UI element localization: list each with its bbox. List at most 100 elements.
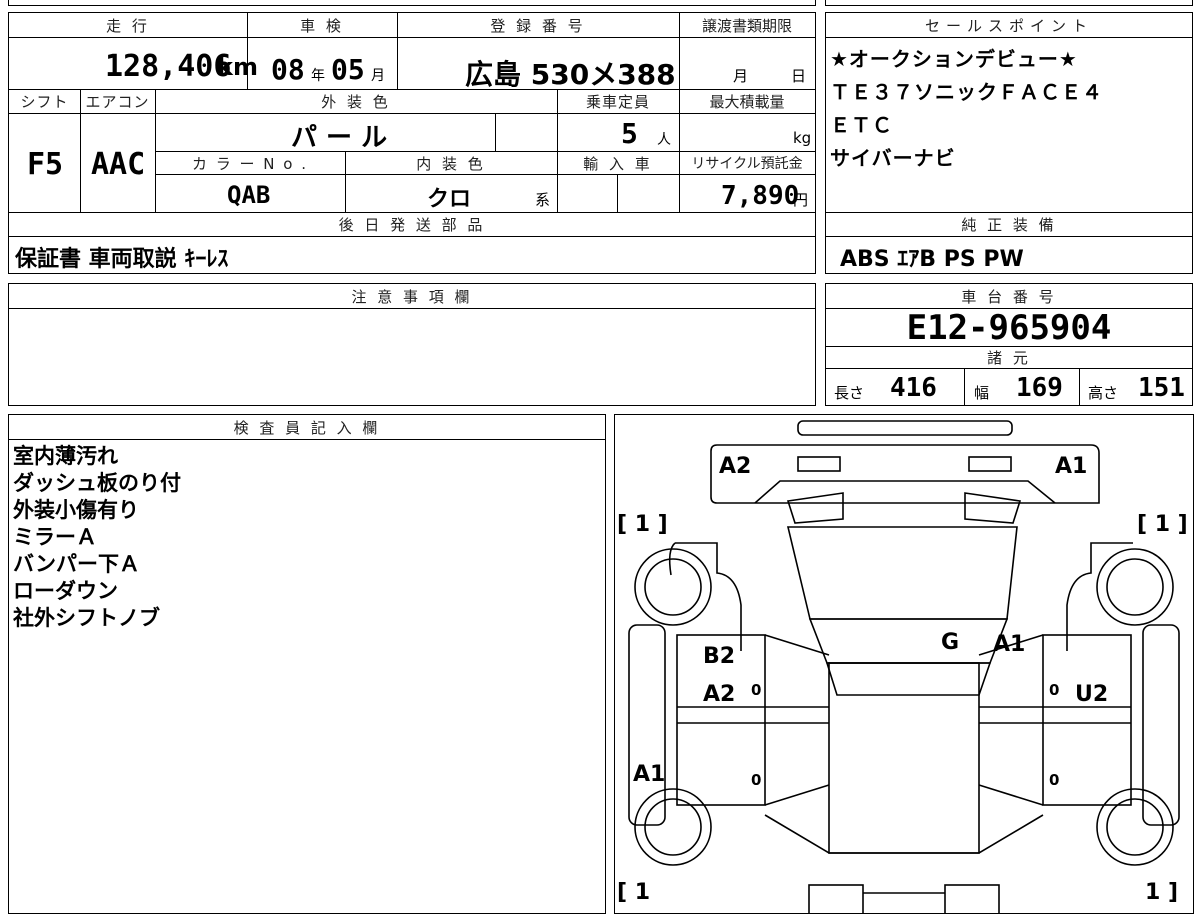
inspection-year-unit: 年 [311,68,325,84]
left-rear-wheel-inner [644,798,702,856]
mark-zero: 0 [751,681,761,699]
sales-point-line: サイバーナビ [830,146,956,170]
right-headlight [968,456,1012,472]
front-panel [710,444,1100,504]
mark-door-right: U2 [1075,682,1108,707]
spec-table: 走 行 車 検 登 録 番 号 譲渡書類期限 128,406 km 08 年 0… [8,12,816,274]
shift-label: シフト [20,93,69,111]
chassis-box: 車 台 番 号 E12-965904 諸 元 長さ 416 幅 169 高さ 1… [825,283,1193,406]
inspector-box: 検 査 員 記 入 欄 室内薄汚れ ダッシュ板のり付 外装小傷有り ミラーＡ バ… [8,414,606,914]
mark-front-left: A2 [719,454,751,479]
inspector-note: 室内薄汚れ [13,444,118,468]
mark-zero: 0 [751,771,761,789]
height-value: 151 [1138,373,1185,403]
sales-point-line: ＥＴＣ [830,113,893,137]
interior-color-label: 内 装 色 [416,155,486,173]
width-value: 169 [1016,373,1063,403]
mark-front-right: A1 [1055,454,1087,479]
mark-roof: G [941,630,959,655]
mark-roof-right: A1 [993,632,1025,657]
roof-front [825,662,992,696]
color-no-value: QAB [227,181,271,209]
right-front-wheel-inner [1106,558,1164,616]
interior-color-value: クロ [427,187,472,212]
inspector-note: ミラーＡ [13,525,97,549]
mark-tire-rear-right: 1 ] [1145,880,1178,905]
right-rear-wheel-outer [1096,788,1174,866]
mark-tire-front-right: [ 1 ] [1137,512,1188,537]
width-label: 幅 [974,384,990,402]
notes-label: 注 意 事 項 欄 [351,288,473,306]
left-rocker [628,624,666,826]
length-value: 416 [890,373,937,403]
mark-tire-rear-left: [ 1 [617,880,650,905]
right-front-wheel-outer [1096,548,1174,626]
height-label: 高さ [1088,384,1119,402]
aircon-value: AAC [91,147,146,182]
sales-points-box: セールスポイント ★オークションデビュー★ ＴＥ３７ソニックＦＡＣＥ４ ＥＴＣ … [825,12,1193,274]
right-tail [944,884,1000,913]
roof [828,662,980,854]
inspection-month-unit: 月 [371,68,385,84]
chassis-label: 車 台 番 号 [961,288,1057,306]
inspector-note: ダッシュ板のり付 [13,471,181,495]
aircon-label: エアコン [85,93,150,111]
sales-point-line: ＴＥ３７ソニックＦＡＣＥ４ [830,80,1103,104]
mark-tire-front-left: [ 1 ] [617,512,668,537]
import-label: 輸 入 車 [583,155,653,173]
later-parts-label: 後 日 発 送 部 品 [338,216,486,234]
equipment-value: ABS ｴｱB PS PW [840,247,1024,272]
left-tail [808,884,864,913]
transfer-label: 譲渡書類期限 [701,17,792,35]
right-rear-wheel-inner [1106,798,1164,856]
right-grille [964,492,1022,524]
inspection-year: 08 [271,53,305,86]
front-bumper-bar [797,420,1013,436]
left-front-wheel-outer [634,548,712,626]
shift-value: F5 [27,147,64,182]
mark-zero: 0 [1049,681,1059,699]
inspection-label: 車 検 [300,17,344,35]
sales-points-list: ★オークションデビュー★ ＴＥ３７ソニックＦＡＣＥ４ ＥＴＣ サイバーナビ [830,43,1103,175]
inspector-note: バンパー下Ａ [13,552,141,576]
color-no-label: カ ラ ー N o . [191,155,308,173]
mark-rocker-left: A1 [633,762,665,787]
sales-points-label: セールスポイント [924,17,1093,35]
left-grille [786,492,844,524]
capacity-label: 乗車定員 [585,93,650,111]
inspector-label: 検 査 員 記 入 欄 [233,419,381,437]
registration-value: 広島 530メ388 [465,58,676,91]
mark-door-left-lower: A2 [703,682,735,707]
capacity-value: 5 [621,117,638,150]
later-parts-value: 保証書 車両取説 ｷｰﾚｽ [15,247,229,272]
recycle-value: 7,890 [721,181,800,211]
exterior-color-value: パ ー ル [291,123,388,153]
max-load-label: 最大積載量 [709,93,785,111]
windshield [808,618,1009,664]
mileage-unit: km [217,53,258,81]
inspector-note: 社外シフトノブ [13,606,160,630]
car-diagram-box: A2 A1 [ 1 ] [ 1 ] [ 1 1 ] B2 A2 A1 G A1 … [614,414,1194,914]
right-rocker [1142,624,1180,826]
left-headlight [797,456,841,472]
exterior-color-label: 外 装 色 [321,93,391,111]
chassis-number: E12-965904 [906,308,1112,348]
capacity-unit: 人 [657,132,671,148]
recycle-unit: 円 [793,191,809,209]
max-load-unit: kg [793,129,812,147]
length-label: 長さ [834,384,865,402]
mileage-value: 128,406 [105,49,232,84]
transfer-month-unit: 月 [733,67,749,85]
specs-label: 諸 元 [987,349,1031,367]
top-strip [8,0,816,6]
sales-point-line: ★オークションデビュー★ [830,47,1078,71]
inspection-month: 05 [331,53,365,86]
notes-box: 注 意 事 項 欄 [8,283,816,406]
recycle-label: リサイクル預託金 [691,156,803,172]
mark-door-left-upper: B2 [703,644,735,669]
equipment-label: 純 正 装 備 [961,216,1057,234]
inspector-note: ローダウン [13,579,118,603]
car-diagram: A2 A1 [ 1 ] [ 1 ] [ 1 1 ] B2 A2 A1 G A1 … [617,420,1188,913]
hood [786,526,1018,620]
top-strip-right [825,0,1193,6]
